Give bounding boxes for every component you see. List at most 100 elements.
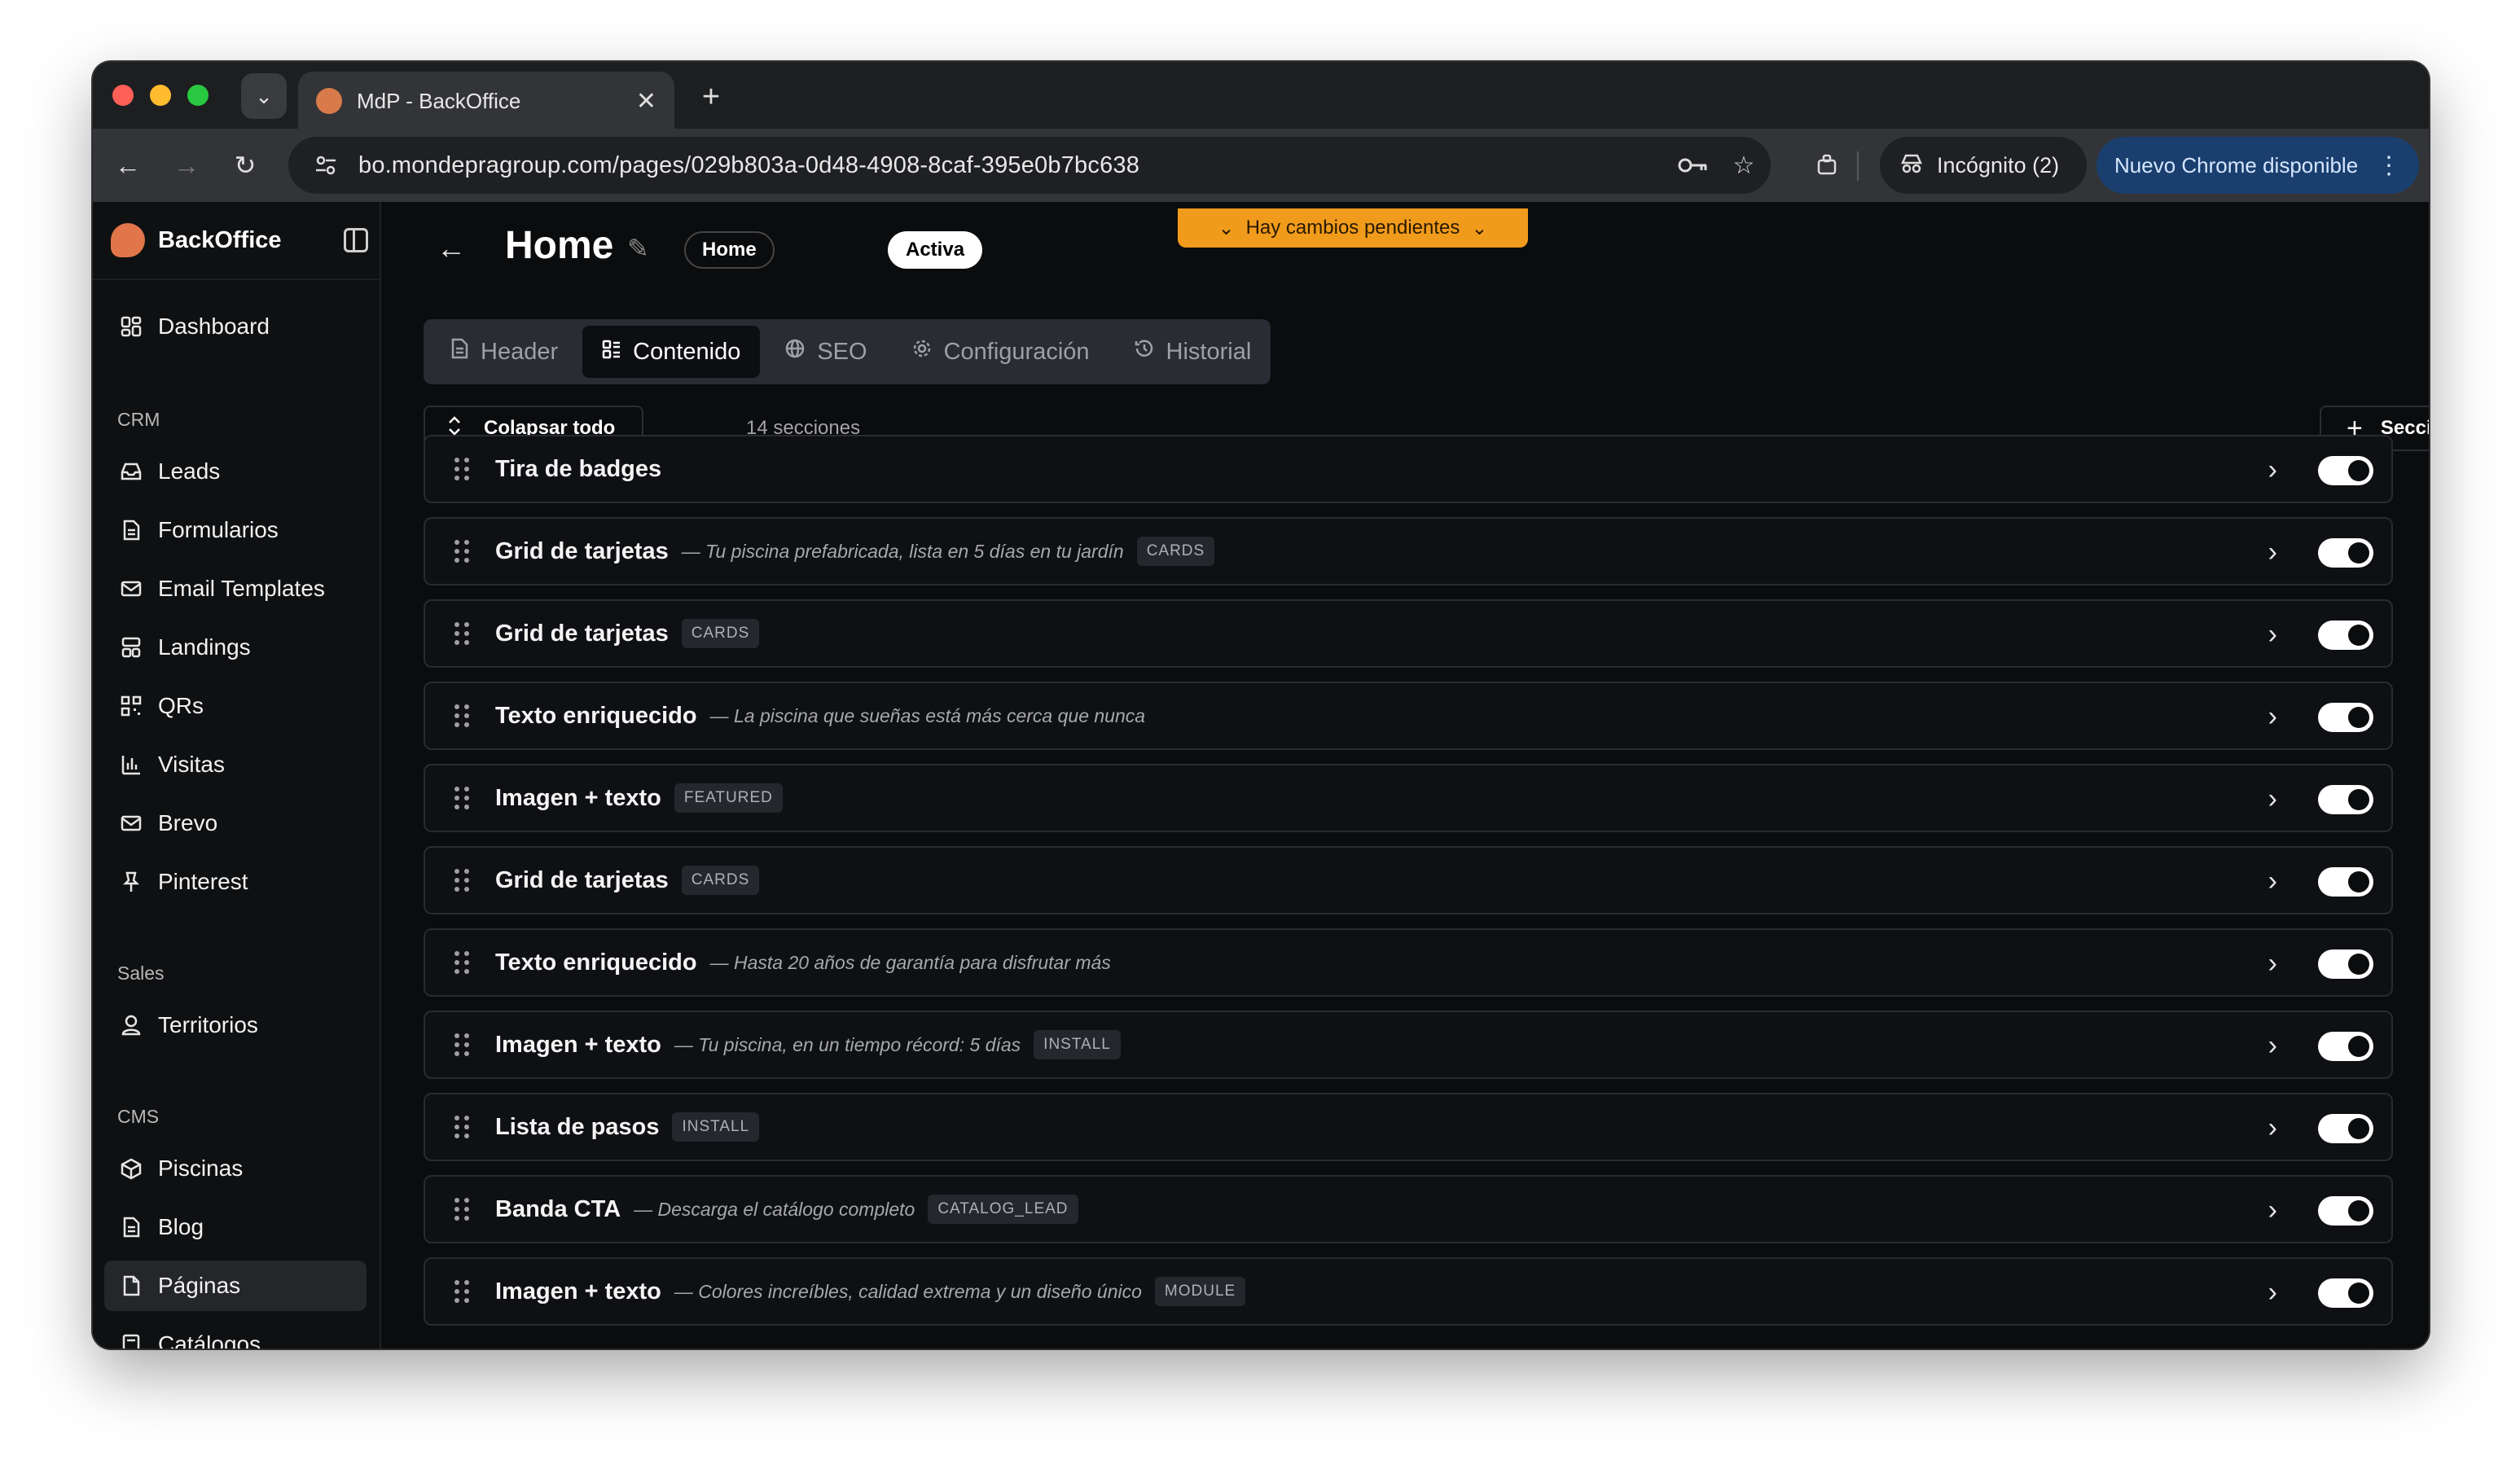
section-title: Texto enriquecido <box>495 702 697 729</box>
chevron-right-icon[interactable]: › <box>2268 1195 2277 1226</box>
section-subtitle: — La piscina que sueñas está más cerca q… <box>709 704 1146 726</box>
section-type-badge: MODULE <box>1154 1277 1246 1306</box>
tab-configuracion[interactable]: Configuración <box>892 326 1109 378</box>
edit-title-icon[interactable]: ✎ <box>627 233 649 264</box>
back-button[interactable]: ← <box>109 147 147 184</box>
sidebar-item-formularios[interactable]: Formularios <box>104 505 367 555</box>
section-enabled-toggle[interactable] <box>2318 785 2373 814</box>
drag-handle-icon[interactable] <box>454 787 474 809</box>
url-text: bo.mondepragroup.com/pages/029b803a-0d48… <box>358 151 1140 178</box>
section-enabled-toggle[interactable] <box>2318 949 2373 979</box>
sidebar-group-cms: CMS <box>117 1106 160 1127</box>
tab-label: Contenido <box>633 338 741 365</box>
drag-handle-icon[interactable] <box>454 1198 474 1221</box>
section-row[interactable]: Texto enriquecido — La piscina que sueñas… <box>424 682 2393 750</box>
new-tab-button[interactable]: + <box>691 77 731 117</box>
section-enabled-toggle[interactable] <box>2318 456 2373 485</box>
drag-handle-icon[interactable] <box>454 1280 474 1303</box>
drag-handle-icon[interactable] <box>454 622 474 645</box>
drag-handle-icon[interactable] <box>454 1116 474 1138</box>
sidebar-item-paginas[interactable]: Páginas <box>104 1261 367 1311</box>
section-enabled-toggle[interactable] <box>2318 538 2373 568</box>
tab-contenido[interactable]: Contenido <box>582 326 761 378</box>
section-row[interactable]: Tira de badges › <box>424 435 2393 503</box>
close-tab-icon[interactable]: ✕ <box>636 87 656 116</box>
pending-changes-banner[interactable]: ⌄ Hay cambios pendientes ⌄ <box>1178 208 1528 248</box>
sidebar-item-email-templates[interactable]: Email Templates <box>104 563 367 614</box>
section-row[interactable]: Grid de tarjetas — Tu piscina prefabricad… <box>424 517 2393 585</box>
section-subtitle: — Tu piscina, en un tiempo récord: 5 día… <box>674 1033 1021 1055</box>
tab-seo[interactable]: SEO <box>765 326 886 378</box>
section-row[interactable]: Imagen + texto FEATURED › <box>424 764 2393 832</box>
section-enabled-toggle[interactable] <box>2318 1196 2373 1226</box>
drag-handle-icon[interactable] <box>454 1033 474 1056</box>
sidebar-item-pinterest[interactable]: Pinterest <box>104 857 367 907</box>
chevron-right-icon[interactable]: › <box>2268 866 2277 897</box>
chevron-right-icon[interactable]: › <box>2268 1112 2277 1144</box>
sidebar-item-brevo[interactable]: Brevo <box>104 798 367 849</box>
reload-button[interactable]: ↻ <box>226 147 264 184</box>
section-type-badge: FEATURED <box>674 783 783 813</box>
minimize-window-button[interactable] <box>150 85 171 106</box>
kebab-menu-icon[interactable]: ⋮ <box>2377 151 2401 180</box>
close-window-button[interactable] <box>112 85 134 106</box>
drag-handle-icon[interactable] <box>454 951 474 974</box>
sidebar-item-territorios[interactable]: Territorios <box>104 1000 367 1050</box>
sidebar-item-catalogos[interactable]: Catálogos <box>104 1319 367 1348</box>
site-info-icon[interactable] <box>308 147 344 183</box>
section-enabled-toggle[interactable] <box>2318 620 2373 650</box>
collapse-sidebar-icon[interactable] <box>344 228 368 252</box>
document-icon <box>119 1215 143 1239</box>
forward-button[interactable]: → <box>168 147 205 184</box>
section-row[interactable]: Lista de pasos INSTALL › <box>424 1093 2393 1161</box>
section-enabled-toggle[interactable] <box>2318 867 2373 897</box>
drag-handle-icon[interactable] <box>454 540 474 563</box>
browser-tab[interactable]: MdP - BackOffice ✕ <box>298 72 674 130</box>
sidebar-item-visitas[interactable]: Visitas <box>104 739 367 790</box>
drag-handle-icon[interactable] <box>454 704 474 727</box>
chevron-right-icon[interactable]: › <box>2268 454 2277 486</box>
chevron-right-icon[interactable]: › <box>2268 783 2277 815</box>
chevron-right-icon[interactable]: › <box>2268 1030 2277 1062</box>
maximize-window-button[interactable] <box>187 85 209 106</box>
drag-handle-icon[interactable] <box>454 458 474 480</box>
bookmark-star-icon[interactable]: ☆ <box>1727 148 1761 182</box>
section-row[interactable]: Grid de tarjetas CARDS › <box>424 599 2393 668</box>
sidebar-item-dashboard[interactable]: Dashboard <box>104 301 367 352</box>
section-enabled-toggle[interactable] <box>2318 1114 2373 1143</box>
extensions-icon[interactable] <box>1810 148 1844 182</box>
section-row[interactable]: Imagen + texto — Tu piscina, en un tiempo… <box>424 1011 2393 1079</box>
section-type-badge: CARDS <box>681 619 760 648</box>
section-row[interactable]: Grid de tarjetas CARDS › <box>424 846 2393 914</box>
sidebar-divider <box>93 278 380 280</box>
address-bar[interactable]: bo.mondepragroup.com/pages/029b803a-0d48… <box>288 137 1771 194</box>
tab-search-button[interactable]: ⌄ <box>241 73 287 119</box>
section-enabled-toggle[interactable] <box>2318 1032 2373 1061</box>
section-enabled-toggle[interactable] <box>2318 703 2373 732</box>
sidebar-item-leads[interactable]: Leads <box>104 446 367 497</box>
mail-icon <box>119 577 143 601</box>
back-arrow-icon[interactable]: ← <box>437 231 466 265</box>
section-row[interactable]: Texto enriquecido — Hasta 20 años de gara… <box>424 928 2393 997</box>
layout-icon <box>119 635 143 660</box>
section-type-badge: CARDS <box>1136 537 1215 566</box>
drag-handle-icon[interactable] <box>454 869 474 892</box>
sidebar-item-qrs[interactable]: QRs <box>104 681 367 731</box>
sidebar-item-blog[interactable]: Blog <box>104 1202 367 1252</box>
tab-historial[interactable]: Historial <box>1114 326 1271 378</box>
section-title: Texto enriquecido <box>495 949 697 976</box>
chevron-right-icon[interactable]: › <box>2268 701 2277 733</box>
chevron-right-icon[interactable]: › <box>2268 619 2277 651</box>
chevron-right-icon[interactable]: › <box>2268 537 2277 568</box>
section-row[interactable]: Banda CTA — Descarga el catálogo completo… <box>424 1175 2393 1243</box>
chevron-right-icon[interactable]: › <box>2268 1277 2277 1309</box>
incognito-button[interactable]: Incógnito (2) <box>1880 137 2087 194</box>
section-enabled-toggle[interactable] <box>2318 1278 2373 1308</box>
sidebar-item-piscinas[interactable]: Piscinas <box>104 1143 367 1194</box>
sidebar-item-landings[interactable]: Landings <box>104 622 367 673</box>
chrome-update-button[interactable]: Nuevo Chrome disponible ⋮ <box>2096 137 2419 194</box>
chevron-right-icon[interactable]: › <box>2268 948 2277 980</box>
key-icon[interactable] <box>1676 148 1710 182</box>
tab-header[interactable]: Header <box>430 326 577 378</box>
section-row[interactable]: Imagen + texto — Colores increíbles, cali… <box>424 1257 2393 1326</box>
